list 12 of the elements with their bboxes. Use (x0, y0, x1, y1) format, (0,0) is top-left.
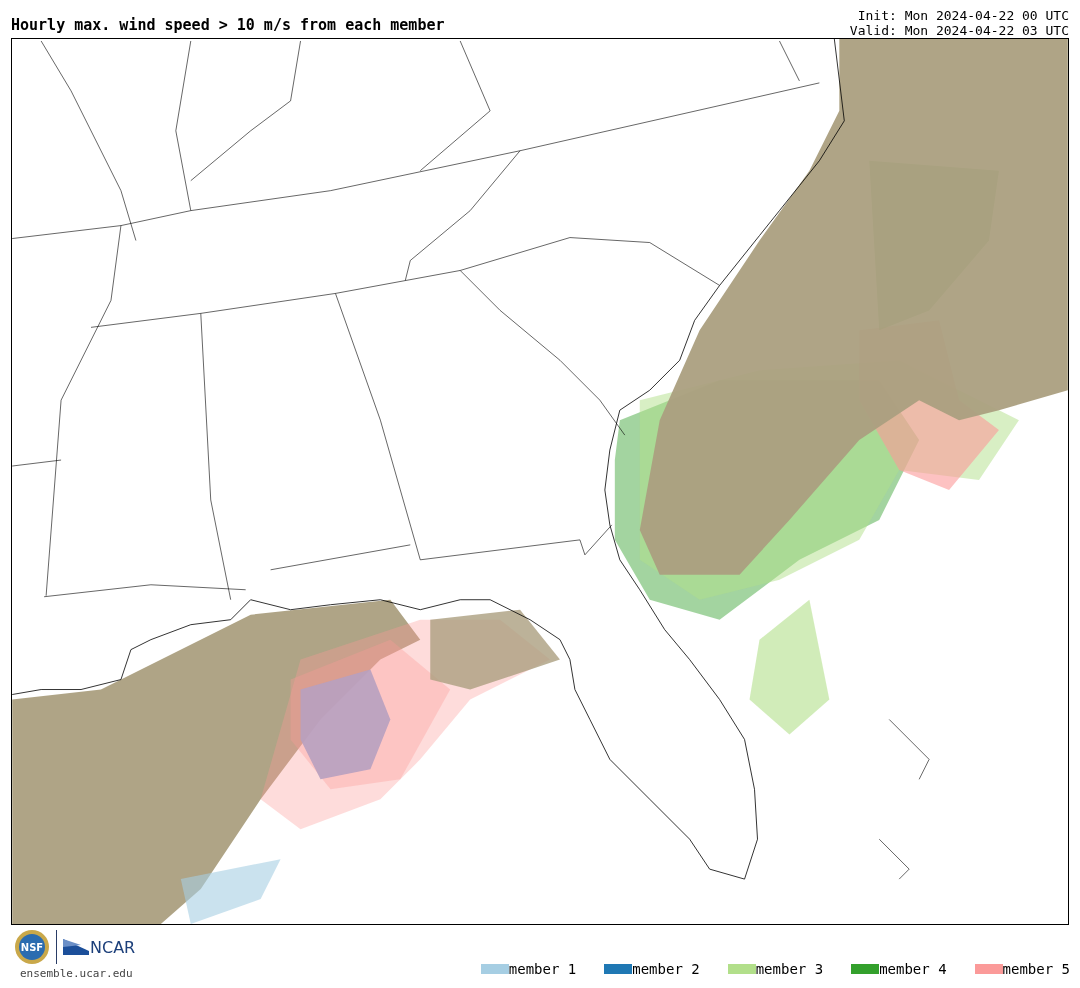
init-time: Init: Mon 2024-04-22 00 UTC (856, 8, 1069, 23)
website-url: ensemble.ucar.edu (19, 967, 134, 980)
legend-label: member 4 (879, 960, 947, 977)
legend-label: member 3 (755, 960, 824, 977)
legend-label: member 1 (508, 960, 577, 977)
valid-time: Valid: Mon 2024-04-22 03 UTC (849, 23, 1069, 38)
legend-label: member 2 (632, 960, 700, 977)
seal-logo: NSF (14, 929, 50, 965)
plot-title: Hourly max. wind speed > 10 m/s from each member (11, 16, 445, 36)
ncar-logo-icon (63, 937, 89, 957)
logo-text: NCAR (90, 937, 136, 957)
legend-label: member 5 (1002, 960, 1070, 977)
